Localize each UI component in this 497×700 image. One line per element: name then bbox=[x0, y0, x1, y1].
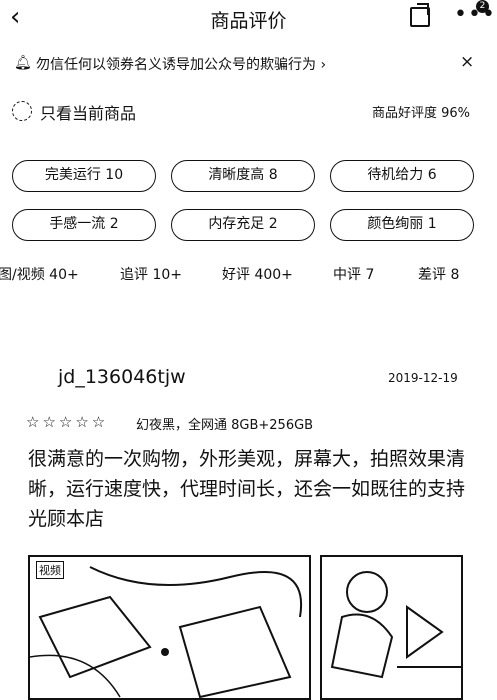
share-icon[interactable] bbox=[410, 7, 430, 27]
tag-chip[interactable]: 待机给力 6 bbox=[330, 160, 474, 192]
notice-text[interactable]: 勿信任何以领券名义诱导加公众号的欺骗行为 › bbox=[36, 54, 326, 74]
tab-negative[interactable]: 差评 8 bbox=[418, 264, 459, 284]
positive-rate: 商品好评度 96% bbox=[372, 106, 471, 121]
tag-chip[interactable]: 内存充足 2 bbox=[171, 209, 315, 241]
tag-chip[interactable]: 手感一流 2 bbox=[12, 209, 156, 241]
review-date: 2019-12-19 bbox=[388, 371, 458, 385]
review-text: 很满意的一次购物，外形美观，屏幕大，拍照效果清晰，运行速度快，代理时间长，还会一… bbox=[28, 448, 466, 530]
tab-positive[interactable]: 好评 400+ bbox=[222, 264, 293, 284]
reviewer-name: jd_136046tjw bbox=[58, 366, 186, 388]
tag-chip[interactable]: 清晰度高 8 bbox=[171, 160, 315, 192]
product-variant: 幻夜黑，全网通 8GB+256GB bbox=[136, 418, 314, 433]
close-icon[interactable]: × bbox=[460, 52, 474, 72]
only-current-label[interactable]: 只看当前商品 bbox=[40, 100, 136, 124]
review-tabs: 图/视频 40+ 追评 10+ 好评 400+ 中评 7 差评 8 bbox=[0, 264, 497, 286]
video-badge: 视频 bbox=[36, 561, 64, 579]
rating-stars: ☆☆☆☆☆ bbox=[26, 413, 109, 431]
tag-chip[interactable]: 颜色绚丽 1 bbox=[330, 209, 474, 241]
header-bar: ‹ 商品评价 ••• 2 bbox=[0, 0, 497, 40]
notice-banner: 🔔︎ 勿信任何以领券名义诱导加公众号的欺骗行为 › × bbox=[0, 52, 497, 76]
review-video-thumbnail[interactable] bbox=[28, 555, 311, 700]
tab-media[interactable]: 图/视频 40+ bbox=[0, 264, 79, 284]
tab-followup[interactable]: 追评 10+ bbox=[120, 264, 182, 284]
more-icon[interactable]: ••• bbox=[454, 2, 496, 27]
tag-chip[interactable]: 完美运行 10 bbox=[12, 160, 156, 192]
tab-neutral[interactable]: 中评 7 bbox=[333, 264, 374, 284]
bell-icon: 🔔︎ bbox=[14, 55, 32, 71]
review-photo-thumbnail[interactable] bbox=[320, 555, 463, 700]
only-current-checkbox[interactable] bbox=[12, 101, 32, 121]
notification-badge: 2 bbox=[476, 0, 489, 13]
